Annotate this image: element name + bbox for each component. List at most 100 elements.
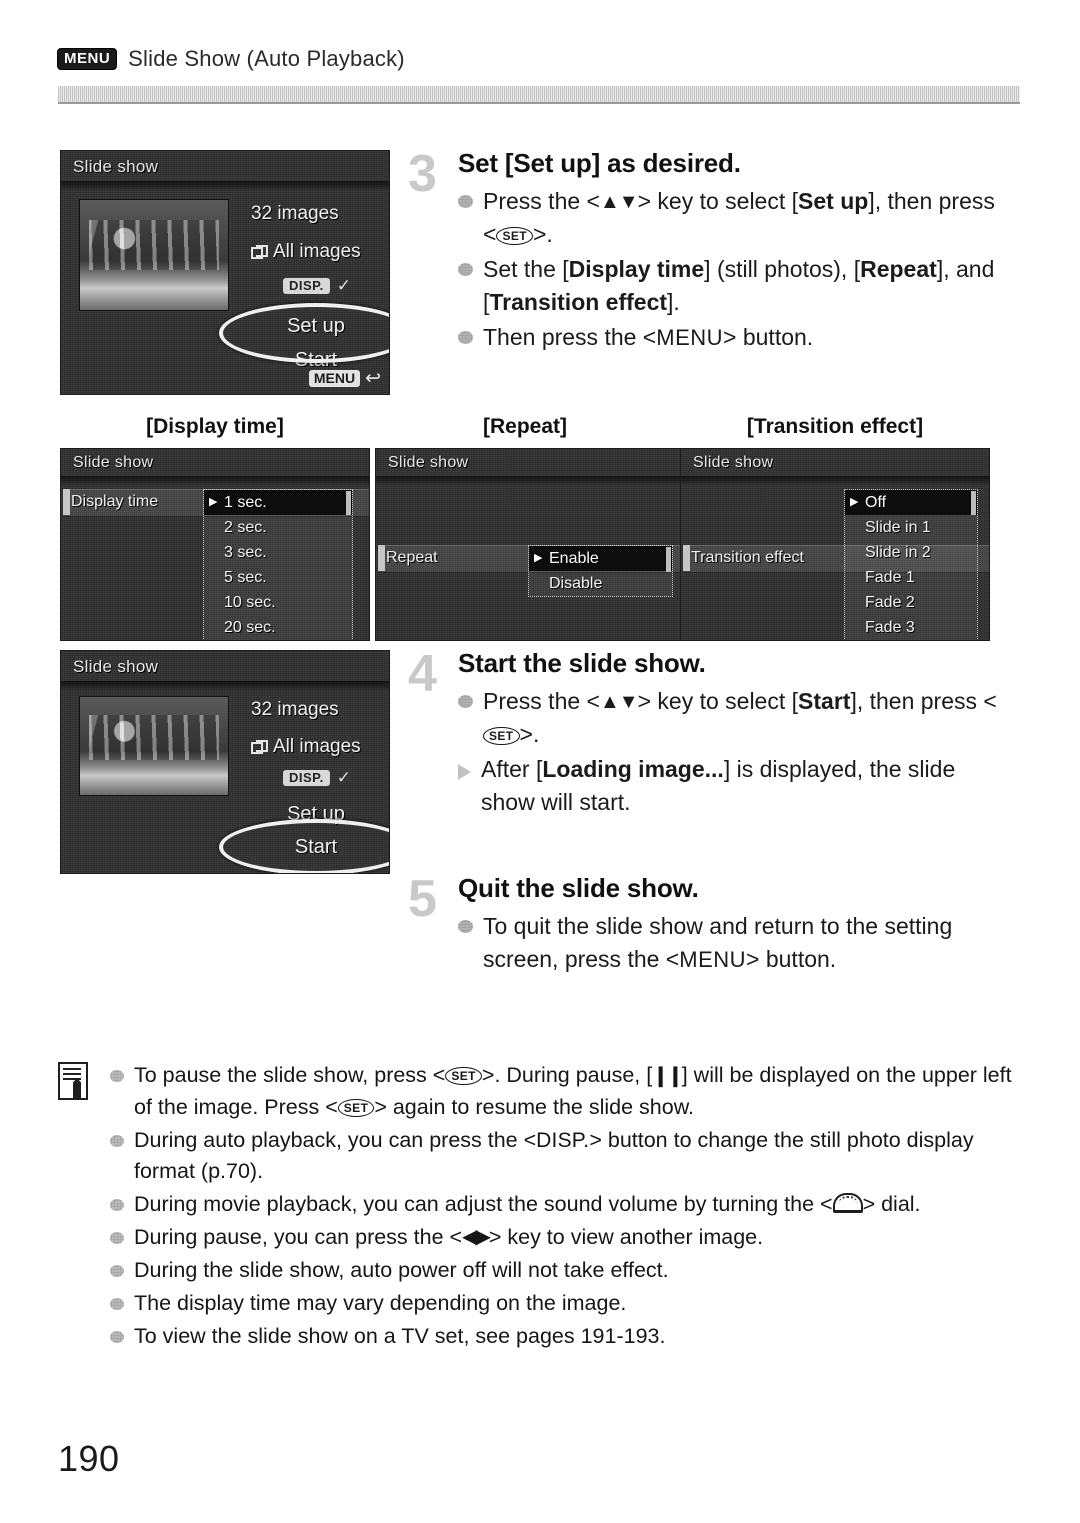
- step-5-title: Quit the slide show.: [458, 873, 699, 903]
- lcd-screen-title: Slide show: [693, 454, 774, 471]
- image-count-label: 32 images: [251, 699, 339, 720]
- check-icon: ✓: [336, 276, 352, 295]
- option-item[interactable]: 3 sec.: [204, 540, 352, 565]
- set-key-icon: SET: [445, 1067, 482, 1085]
- bullet-dot-icon: [458, 695, 473, 708]
- option-item[interactable]: 1 sec.: [204, 490, 352, 515]
- bullet-dot-icon: [110, 1232, 124, 1245]
- menu-key-icon: MENU: [656, 325, 724, 351]
- step-5-number: 5: [408, 870, 437, 928]
- set-key-icon: SET: [483, 727, 520, 746]
- disp-hint-row: DISP. ✓: [283, 769, 351, 786]
- bullet-dot-icon: [110, 1264, 124, 1277]
- caption-display-time: [Display time]: [146, 415, 284, 438]
- option-item[interactable]: 10 sec.: [204, 590, 352, 615]
- disp-badge-icon: DISP.: [283, 769, 330, 786]
- step-4-number: 4: [408, 645, 437, 703]
- step-3-body: Press the <▲▼> key to select [Set up], t…: [458, 185, 1008, 355]
- step-4-bullet-1: Press the <▲▼> key to select [Start], th…: [458, 685, 1008, 751]
- lcd-titlebar-shadow: [681, 476, 989, 486]
- repeat-option-panel[interactable]: Enable Disable: [528, 545, 673, 597]
- option-item[interactable]: Fade 3: [845, 615, 977, 640]
- step-4-body: Press the <▲▼> key to select [Start], th…: [458, 685, 1008, 819]
- pause-icon: ❙❙: [652, 1065, 683, 1087]
- lcd-option-set-up[interactable]: Set up: [236, 315, 389, 338]
- transition-effect-option-panel[interactable]: Off Slide in 1 Slide in 2 Fade 1 Fade 2 …: [844, 489, 978, 640]
- image-stack-icon: [251, 244, 269, 260]
- image-stack-icon: [251, 739, 269, 755]
- arrow-bullet-icon: [458, 764, 471, 781]
- page-number: 190: [58, 1438, 120, 1479]
- lcd-titlebar-shadow: [376, 476, 684, 486]
- option-scrollbar[interactable]: [666, 547, 671, 572]
- step-3-bullet-3-text: Then press the <MENU> button.: [483, 324, 814, 351]
- image-selection-row: All images: [251, 241, 361, 263]
- step-4-block: 4 Start the slide show. Press the <▲▼> k…: [408, 648, 1008, 821]
- step-5-block: 5 Quit the slide show. To quit the slide…: [408, 873, 1008, 978]
- step-5-bullet-1-text: To quit the slide show and return to the…: [483, 913, 953, 973]
- page-header: MENU Slide Show (Auto Playback): [58, 46, 405, 72]
- note-item: The display time may vary depending on t…: [110, 1288, 1020, 1320]
- image-selection-label: All images: [273, 736, 361, 757]
- note-lines-icon: [63, 1068, 81, 1080]
- setting-label-display-time: Display time: [71, 493, 159, 510]
- menu-badge-icon: MENU: [308, 370, 361, 387]
- option-scrollbar[interactable]: [346, 491, 351, 515]
- step-5-bullet-1: To quit the slide show and return to the…: [458, 910, 1008, 976]
- option-item[interactable]: Enable: [529, 546, 672, 571]
- step-3-bullet-3: Then press the <MENU> button.: [458, 321, 1008, 354]
- bullet-dot-icon: [458, 195, 473, 208]
- bullet-dot-icon: [110, 1070, 124, 1082]
- option-item[interactable]: 2 sec.: [204, 515, 352, 540]
- lcd-screen-title: Slide show: [73, 454, 154, 471]
- bullet-dot-icon: [458, 331, 473, 345]
- step-3-title: Set [Set up] as desired.: [458, 148, 741, 178]
- return-arrow-icon: ↩: [365, 368, 381, 389]
- step-3-bullet-1-text: Press the <▲▼> key to select [Set up], t…: [483, 188, 995, 248]
- option-scrollbar[interactable]: [971, 491, 976, 515]
- check-icon: ✓: [336, 768, 352, 787]
- option-item[interactable]: Fade 2: [845, 590, 977, 615]
- row-selection-marker: [683, 545, 690, 571]
- lcd-titlebar-shadow: [61, 181, 389, 191]
- lcd-option-set-up[interactable]: Set up: [236, 803, 389, 826]
- option-item[interactable]: Off: [845, 490, 977, 515]
- option-item[interactable]: 20 sec.: [204, 615, 352, 640]
- option-item[interactable]: Disable: [529, 571, 672, 596]
- note-item: During pause, you can press the <◀▶> key…: [110, 1222, 1020, 1254]
- step-4-title: Start the slide show.: [458, 648, 706, 678]
- step-3-block: 3 Set [Set up] as desired. Press the <▲▼…: [408, 148, 1008, 357]
- step-5-body: To quit the slide show and return to the…: [458, 910, 1008, 976]
- main-dial-icon: [832, 1193, 863, 1214]
- option-item[interactable]: 5 sec.: [204, 565, 352, 590]
- bullet-dot-icon: [110, 1134, 124, 1147]
- option-item[interactable]: Slide in 1: [845, 515, 977, 540]
- disp-key-icon: DISP.: [536, 1128, 590, 1152]
- note-item: To view the slide show on a TV set, see …: [110, 1321, 1020, 1353]
- step-3-bullet-2: Set the [Display time] (still photos), […: [458, 253, 1008, 319]
- lcd-screen-title: Slide show: [73, 157, 159, 176]
- display-time-option-panel[interactable]: 1 sec. 2 sec. 3 sec. 5 sec. 10 sec. 20 s…: [203, 489, 353, 640]
- step-4-bullet-1-text: Press the <▲▼> key to select [Start], th…: [483, 688, 997, 748]
- slideshow-thumbnail: [79, 696, 229, 796]
- image-selection-label: All images: [273, 241, 361, 262]
- option-item[interactable]: Fade 1: [845, 565, 977, 590]
- lcd-option-start[interactable]: Start: [236, 836, 389, 859]
- note-item: During auto playback, you can press the …: [110, 1125, 1020, 1189]
- slideshow-setup-screen: Slide show 32 images All images DISP. ✓ …: [60, 150, 390, 395]
- bullet-dot-icon: [110, 1199, 124, 1212]
- row-selection-marker: [63, 489, 70, 515]
- lcd-screen-title: Slide show: [388, 454, 469, 471]
- set-key-icon: SET: [496, 227, 533, 246]
- page-title: Slide Show (Auto Playback): [128, 46, 405, 71]
- option-item[interactable]: Slide in 2: [845, 540, 977, 565]
- caption-transition-effect: [Transition effect]: [746, 415, 924, 438]
- setting-label-repeat: Repeat: [386, 549, 438, 566]
- menu-key-icon: MENU: [679, 947, 747, 973]
- note-pen-icon: [73, 1078, 81, 1098]
- bullet-dot-icon: [110, 1297, 124, 1310]
- up-down-key-icon: ▲▼: [599, 191, 639, 213]
- note-item-text: To pause the slide show, press < SET >. Du…: [134, 1063, 1012, 1119]
- bullet-dot-icon: [458, 263, 473, 277]
- disp-badge-icon: DISP.: [283, 277, 330, 294]
